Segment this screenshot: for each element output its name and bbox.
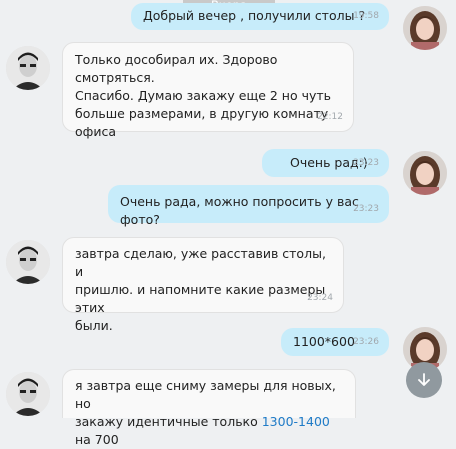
female-avatar-image (403, 151, 447, 195)
message-bubble-incoming[interactable]: завтра сделаю, уже расставив столы, и пр… (62, 237, 344, 333)
message-text-segment: на 700 (75, 432, 119, 447)
message-bubble-incoming[interactable]: я завтра еще сниму замеры для новых, но … (62, 369, 356, 447)
message-time: 23:26 (353, 337, 379, 347)
message-text-segment: закажу идентичные только (75, 414, 262, 429)
message-time: 23:23 (353, 204, 379, 214)
male-avatar-image (6, 46, 50, 90)
message-link[interactable]: 1300-1400 (262, 414, 330, 429)
scroll-down-button[interactable] (406, 362, 442, 398)
message-time: 23:23 (353, 158, 379, 168)
female-avatar-image (403, 6, 447, 50)
message-bubble-incoming[interactable]: Только дособирал их. Здорово смотряться.… (62, 42, 354, 139)
message-time: 23:24 (307, 293, 333, 303)
message-time: 19:58 (353, 11, 379, 21)
message-line: офиса (75, 124, 116, 139)
message-bubble-outgoing[interactable]: Очень рад:) 23:23 (262, 149, 389, 177)
message-time: 22:12 (317, 112, 343, 122)
message-line: Спасибо. Думаю закажу еще 2 но чуть (75, 88, 332, 103)
message-text: Очень рада, можно попросить у вас фото? (120, 194, 359, 227)
contact-avatar[interactable] (6, 240, 50, 284)
sender-avatar[interactable] (403, 6, 447, 50)
message-bubble-outgoing[interactable]: Добрый вечер , получили столы ? 19:58 (131, 3, 389, 30)
sender-avatar[interactable] (403, 151, 447, 195)
message-bubble-outgoing[interactable]: Очень рада, можно попросить у вас фото? … (108, 185, 389, 227)
message-line: пришлю. и напомните какие размеры этих (75, 282, 326, 315)
message-line: закажу идентичные только 1300-1400 на 70… (75, 413, 343, 449)
contact-avatar[interactable] (6, 46, 50, 90)
male-avatar-image (6, 240, 50, 284)
message-line: больше размерами, в другую комнату (75, 106, 329, 121)
message-bubble-outgoing[interactable]: 1100*600 23:26 (281, 328, 389, 356)
message-line: завтра сделаю, уже расставив столы, и (75, 246, 326, 279)
message-line: Только дособирал их. Здорово смотряться. (75, 52, 278, 85)
male-avatar-image (6, 372, 50, 416)
contact-avatar[interactable] (6, 372, 50, 416)
message-text: Добрый вечер , получили столы ? (143, 8, 366, 23)
arrow-down-icon (418, 373, 430, 386)
message-line: я завтра еще сниму замеры для новых, но (75, 378, 336, 411)
